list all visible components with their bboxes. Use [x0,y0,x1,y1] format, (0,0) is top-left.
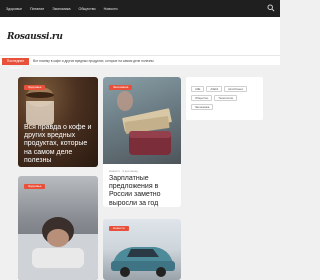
search-icon[interactable] [267,4,275,12]
site-logo[interactable]: Rosaussi.ru [7,32,63,42]
category-badge[interactable]: Экономика [109,85,133,90]
site-header: Rosaussi.ru [0,17,280,55]
category-badge[interactable]: Здоровье [24,184,46,189]
nav-links: Здоровье Питание Экономика Общество Ново… [6,0,118,17]
tag-link[interactable]: Alfabit [206,86,223,92]
article-card-salary[interactable]: Экономика Новости · 3 дня назад Зарплатн… [103,77,181,207]
article-card-car[interactable]: Новости [103,219,181,280]
article-meta: Новости · 3 дня назад [109,169,138,173]
category-badge[interactable]: Новости [109,226,129,231]
top-navigation-bar: Здоровье Питание Экономика Общество Ново… [0,0,280,17]
nav-link-economy[interactable]: Экономика [52,7,70,11]
tags-widget: АЗЕ Alfabit Автобизнес Общество Технолог… [186,77,263,120]
article-card-sleep[interactable]: Здоровье [18,176,98,280]
nav-link-society[interactable]: Общество [79,7,96,11]
wallet-photo [103,77,181,164]
nav-link-health[interactable]: Здоровье [6,7,22,11]
article-title[interactable]: Вся правда о кофе и других вредных проду… [24,124,96,165]
sleeping-person-photo [18,217,98,280]
nav-link-food[interactable]: Питание [30,7,44,11]
tag-link[interactable]: АЗЕ [191,86,205,92]
article-card-coffee[interactable]: Здоровье Вся правда о кофе и других вред… [18,77,98,167]
news-ticker: Последние новости Вот почему в кофе и др… [0,55,280,70]
ticker-headline[interactable]: Вот почему в кофе и других вредных проду… [33,57,154,65]
category-badge[interactable]: Здоровье [24,85,46,90]
article-title[interactable]: Зарплатные предложения в России заметно … [109,175,179,207]
tag-link[interactable]: Экономика [191,104,214,110]
nav-link-news[interactable]: Новости [104,7,118,11]
tag-link[interactable]: Автобизнес [224,86,248,92]
tag-link[interactable]: Общество [191,95,213,101]
tag-cloud: АЗЕ Alfabit Автобизнес Общество Технолог… [191,86,261,110]
ticker-badge: Последние новости [2,57,29,70]
tag-link[interactable]: Технологии [214,95,238,101]
